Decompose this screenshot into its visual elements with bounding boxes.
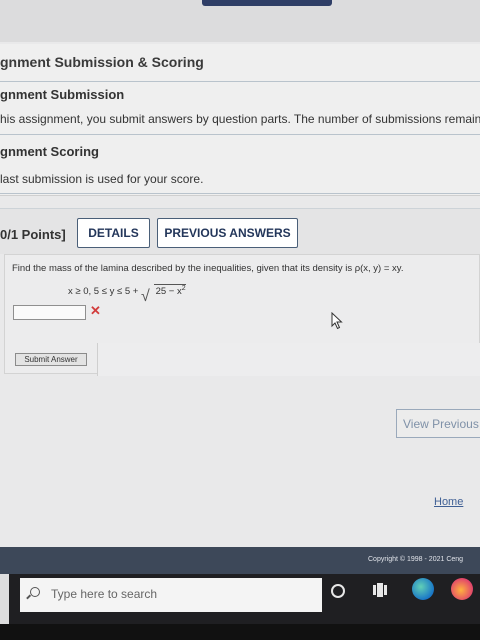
inequality-expression: x ≥ 0, 5 ≤ y ≤ 5 + √ 25 − x2 bbox=[68, 284, 186, 305]
divider bbox=[0, 134, 480, 135]
cortana-icon[interactable] bbox=[331, 584, 345, 598]
question-prompt: Find the mass of the lamina described by… bbox=[12, 263, 404, 274]
start-edge[interactable] bbox=[0, 574, 9, 624]
browser-tab-indicator[interactable] bbox=[202, 0, 332, 6]
home-link[interactable]: Home bbox=[434, 496, 463, 508]
search-icon bbox=[30, 587, 40, 597]
copyright-text: Copyright © 1998 - 2021 Ceng bbox=[368, 556, 464, 563]
search-placeholder: Type here to search bbox=[51, 587, 158, 601]
answer-status-area bbox=[97, 343, 480, 376]
panel-title: gnment Submission & Scoring bbox=[0, 54, 204, 70]
firefox-icon[interactable] bbox=[451, 578, 473, 600]
divider bbox=[0, 81, 480, 82]
details-button[interactable]: DETAILS bbox=[77, 218, 150, 248]
inequality-exponent: 2 bbox=[181, 285, 186, 292]
inequality-radicand: 25 − x bbox=[155, 286, 182, 298]
edge-browser-icon[interactable] bbox=[412, 578, 434, 600]
points-label: 0/1 Points] bbox=[0, 227, 66, 242]
divider bbox=[0, 193, 480, 194]
inequality-prefix: x ≥ 0, 5 ≤ y ≤ 5 + bbox=[68, 286, 139, 298]
sqrt-icon: √ bbox=[140, 288, 150, 306]
submit-answer-button[interactable]: Submit Answer bbox=[15, 353, 87, 366]
monitor-bezel bbox=[0, 624, 480, 640]
incorrect-x-icon: ✕ bbox=[90, 303, 101, 318]
task-view-icon[interactable] bbox=[373, 583, 387, 597]
mouse-cursor-icon bbox=[331, 312, 343, 330]
previous-answers-button[interactable]: PREVIOUS ANSWERS bbox=[157, 218, 298, 248]
view-previous-question-button[interactable]: View Previous Q bbox=[396, 409, 480, 438]
scoring-text: last submission is used for your score. bbox=[0, 172, 204, 186]
scoring-heading: gnment Scoring bbox=[0, 144, 99, 159]
browser-top-bar bbox=[0, 0, 480, 42]
submission-heading: gnment Submission bbox=[0, 87, 125, 102]
submission-text: his assignment, you submit answers by qu… bbox=[0, 112, 480, 126]
answer-input[interactable] bbox=[13, 305, 86, 320]
